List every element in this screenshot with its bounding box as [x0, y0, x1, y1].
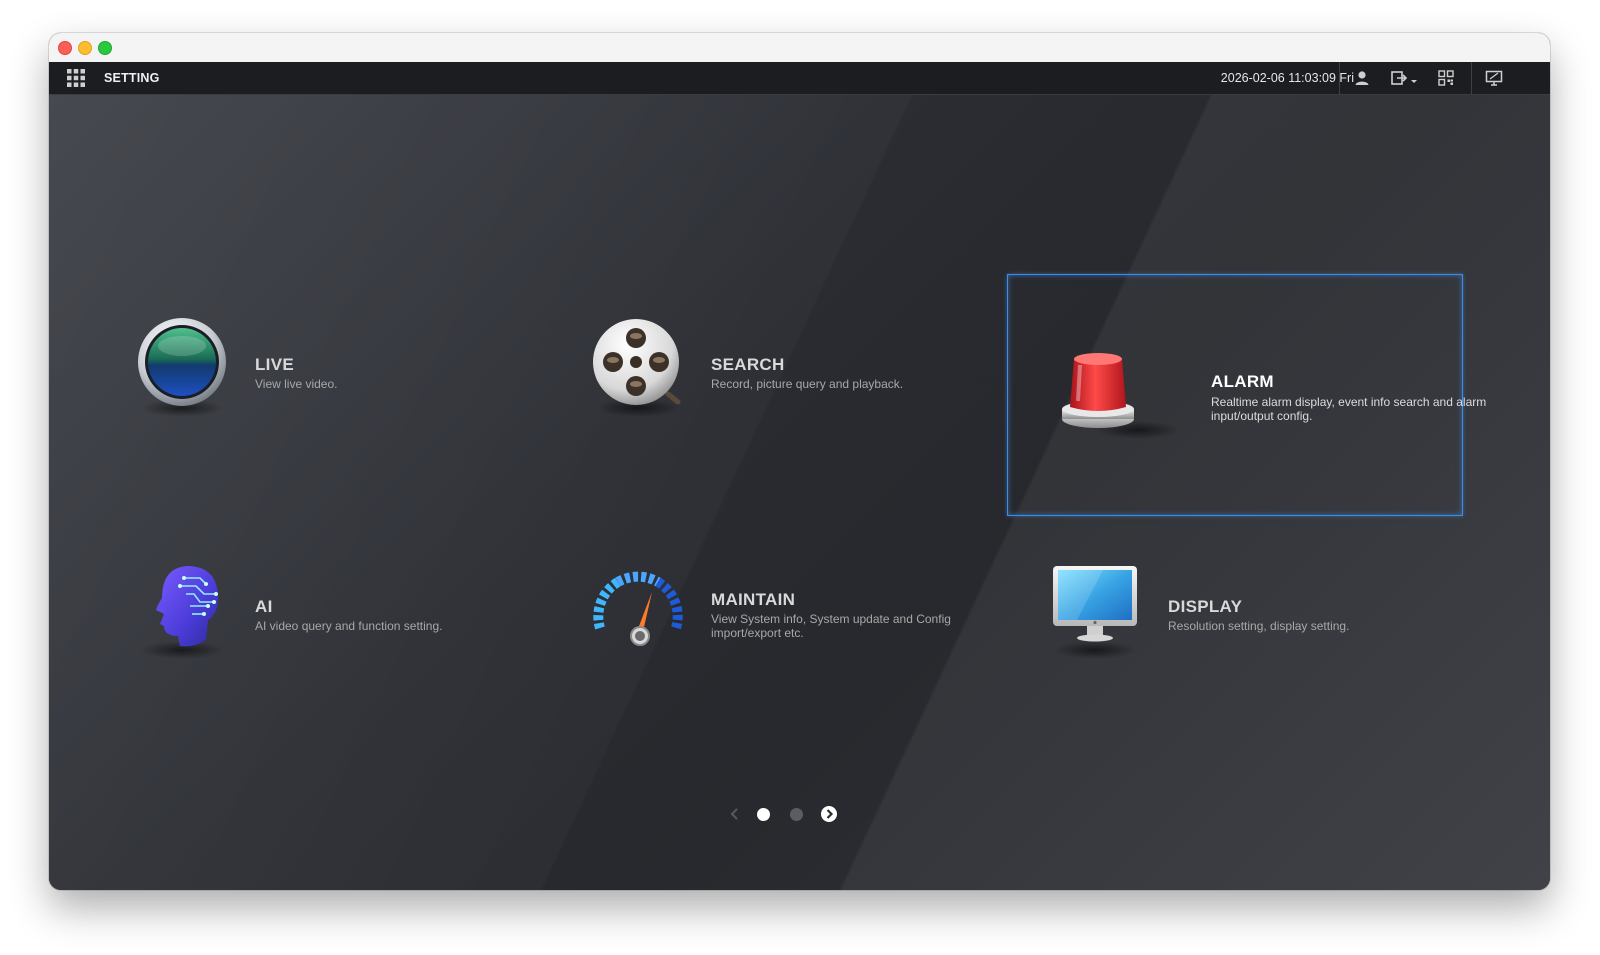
tile-display[interactable]: DISPLAY Resolution setting, display sett… — [965, 483, 1421, 725]
tile-description: AI video query and function setting. — [255, 619, 443, 633]
gauge-icon — [590, 558, 686, 654]
tile-title: LIVE — [255, 355, 294, 374]
zoom-window-button[interactable] — [98, 41, 112, 55]
ai-head-icon — [134, 558, 230, 654]
main-menu-grid-icon[interactable] — [67, 69, 85, 87]
top-bar: SETTING 2026-02-06 11:03:09 Fri — [49, 62, 1550, 95]
tile-title: AI — [255, 597, 273, 616]
page-title: SETTING — [104, 71, 160, 85]
tile-live[interactable]: LIVE View live video. — [52, 241, 508, 483]
tile-title: MAINTAIN — [711, 590, 796, 609]
page-dot-1[interactable] — [757, 808, 770, 821]
tile-description: View live video. — [255, 377, 338, 391]
tile-description: Record, picture query and playback. — [711, 377, 904, 391]
tile-title: DISPLAY — [1168, 597, 1243, 616]
monitor-switch-icon[interactable] — [1484, 68, 1504, 88]
tile-title: ALARM — [1211, 372, 1274, 391]
close-window-button[interactable] — [58, 41, 72, 55]
monitor-icon — [1047, 558, 1143, 654]
qr-code-icon[interactable] — [1436, 68, 1456, 88]
tile-maintain[interactable]: MAINTAIN View System info, System update… — [508, 483, 964, 725]
alarm-siren-icon — [1050, 339, 1146, 435]
live-lens-icon — [134, 316, 230, 412]
film-reel-search-icon — [590, 316, 686, 412]
topbar-divider — [1471, 62, 1472, 94]
system-clock: 2026-02-06 11:03:09 Fri — [1220, 71, 1354, 85]
tile-ai[interactable]: AI AI video query and function setting. — [52, 483, 508, 725]
topbar-divider — [1339, 62, 1340, 94]
main-menu-area: LIVE View live video. SEARCH Record, pic… — [49, 95, 1550, 890]
user-icon[interactable] — [1352, 68, 1372, 88]
app-window: SETTING 2026-02-06 11:03:09 Fri LIVE Vie… — [49, 33, 1550, 890]
window-titlebar — [49, 33, 1550, 63]
next-page-icon[interactable] — [821, 806, 837, 822]
logout-dropdown-icon[interactable] — [1389, 68, 1419, 88]
tile-search[interactable]: SEARCH Record, picture query and playbac… — [508, 241, 964, 483]
prev-page-icon[interactable] — [727, 806, 743, 822]
tile-description: Resolution setting, display setting. — [1168, 619, 1350, 633]
tile-description: View System info, System update and Conf… — [711, 612, 951, 640]
page-dot-2[interactable] — [790, 808, 803, 821]
tile-alarm[interactable]: ALARM Realtime alarm display, event info… — [1007, 274, 1486, 516]
tile-title: SEARCH — [711, 355, 785, 374]
minimize-window-button[interactable] — [78, 41, 92, 55]
tile-description: Realtime alarm display, event info searc… — [1211, 395, 1487, 423]
